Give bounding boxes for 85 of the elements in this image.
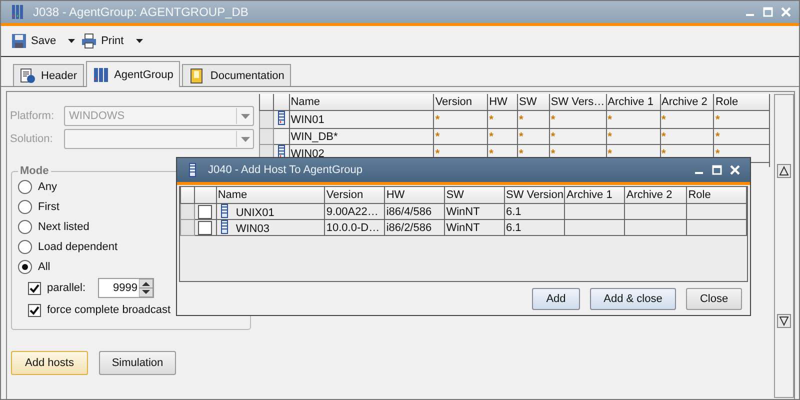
checkbox[interactable] (28, 282, 41, 294)
server-rack-icon (93, 66, 110, 82)
column-header[interactable]: SW (444, 187, 504, 204)
close-button[interactable]: Close (686, 288, 742, 310)
scroll-down-icon[interactable] (777, 314, 792, 328)
table-cell: 9.00A22… (324, 204, 385, 220)
add-and-close-button[interactable]: Add & close (590, 288, 676, 310)
column-header[interactable]: Archive 2 (624, 187, 687, 204)
number-spinner[interactable]: 9999 (98, 278, 154, 298)
maximize-icon[interactable] (712, 165, 722, 175)
table-cell: 10.0.0-D… (324, 220, 385, 236)
server-icon (220, 204, 228, 218)
tab[interactable]: Header (13, 64, 84, 86)
add-button[interactable]: Add (532, 288, 580, 310)
table-cell: * (434, 128, 488, 144)
checkbox-label: parallel: (47, 282, 86, 294)
column-header[interactable]: SW (517, 94, 550, 110)
column-header[interactable]: Archive 1 (564, 187, 625, 204)
document-info-icon (20, 68, 36, 84)
tab[interactable]: Documentation (182, 64, 292, 86)
column-header[interactable]: SW Vers… (549, 94, 606, 110)
table-cell: * (714, 110, 770, 128)
radio-option[interactable]: Load dependent (18, 237, 250, 257)
column-header[interactable]: Role (686, 187, 746, 204)
host-name: UNIX01 (236, 207, 274, 218)
column-header[interactable]: SW Version (504, 187, 565, 204)
server-icon (278, 112, 285, 125)
table-cell: 6.1 (504, 220, 565, 236)
caret-icon (68, 39, 76, 43)
table-cell: * (434, 110, 488, 128)
save-button[interactable]: Save (11, 33, 76, 49)
caret-icon (240, 114, 250, 118)
caret-icon (136, 39, 143, 43)
column-header[interactable]: Version (324, 187, 385, 204)
field-label: Solution: (9, 133, 54, 145)
field-label: Platform: (9, 110, 56, 122)
checkbox-label: force complete broadcast (47, 304, 171, 316)
table-cell: * (549, 110, 606, 128)
checkbox[interactable] (198, 220, 212, 234)
table-cell: WIN_DB* (289, 128, 434, 144)
table-cell: * (660, 128, 714, 144)
table-cell: WinNT (444, 204, 504, 220)
table-cell: i86/2/586 (384, 220, 445, 236)
column-header[interactable]: Archive 2 (660, 94, 714, 110)
server-icon (278, 146, 285, 159)
add-hosts-button[interactable]: Add hosts (11, 351, 88, 375)
group-title: Mode (19, 165, 50, 177)
table-cell: * (488, 110, 518, 128)
table-cell: * (488, 128, 518, 144)
radio-option[interactable]: All (18, 257, 250, 277)
table-cell: WIN01 (289, 110, 434, 128)
print-button[interactable]: Print (81, 33, 143, 49)
table-cell: * (517, 110, 550, 128)
tab[interactable]: AgentGroup (86, 61, 180, 87)
server-icon (189, 163, 196, 177)
simulation-button[interactable]: Simulation (99, 351, 176, 375)
column-header[interactable]: Role (714, 94, 770, 110)
table-cell: * (660, 110, 714, 128)
server-rack-icon (11, 4, 25, 20)
server-icon (220, 220, 228, 234)
table-cell: i86/4/586 (384, 204, 445, 220)
scrollbar[interactable] (774, 94, 794, 398)
column-header[interactable]: Name (289, 94, 434, 110)
book-icon (189, 68, 206, 84)
table-cell: * (606, 128, 660, 144)
checkbox[interactable] (28, 304, 41, 316)
table-cell: WinNT (444, 220, 504, 236)
caret-icon (240, 136, 250, 142)
printer-icon (81, 33, 98, 49)
column-header[interactable]: Version (434, 94, 488, 110)
dialog-title: J040 - Add Host To AgentGroup (208, 164, 364, 176)
table-cell: * (606, 110, 660, 128)
host-name: WIN03 (236, 223, 270, 234)
window-title: J038 - AgentGroup: AGENTGROUP_DB (33, 5, 250, 19)
checkbox[interactable] (198, 204, 212, 218)
column-header[interactable]: HW (384, 187, 445, 204)
column-header[interactable]: Archive 1 (606, 94, 660, 110)
scroll-up-icon[interactable] (777, 164, 792, 178)
table-cell: 6.1 (504, 204, 565, 220)
column-header[interactable]: HW (488, 94, 518, 110)
close-icon[interactable] (730, 165, 740, 175)
table-cell: * (714, 128, 770, 144)
table-cell: * (517, 128, 550, 144)
column-header[interactable]: Name (216, 187, 325, 204)
table-cell: * (549, 128, 606, 144)
